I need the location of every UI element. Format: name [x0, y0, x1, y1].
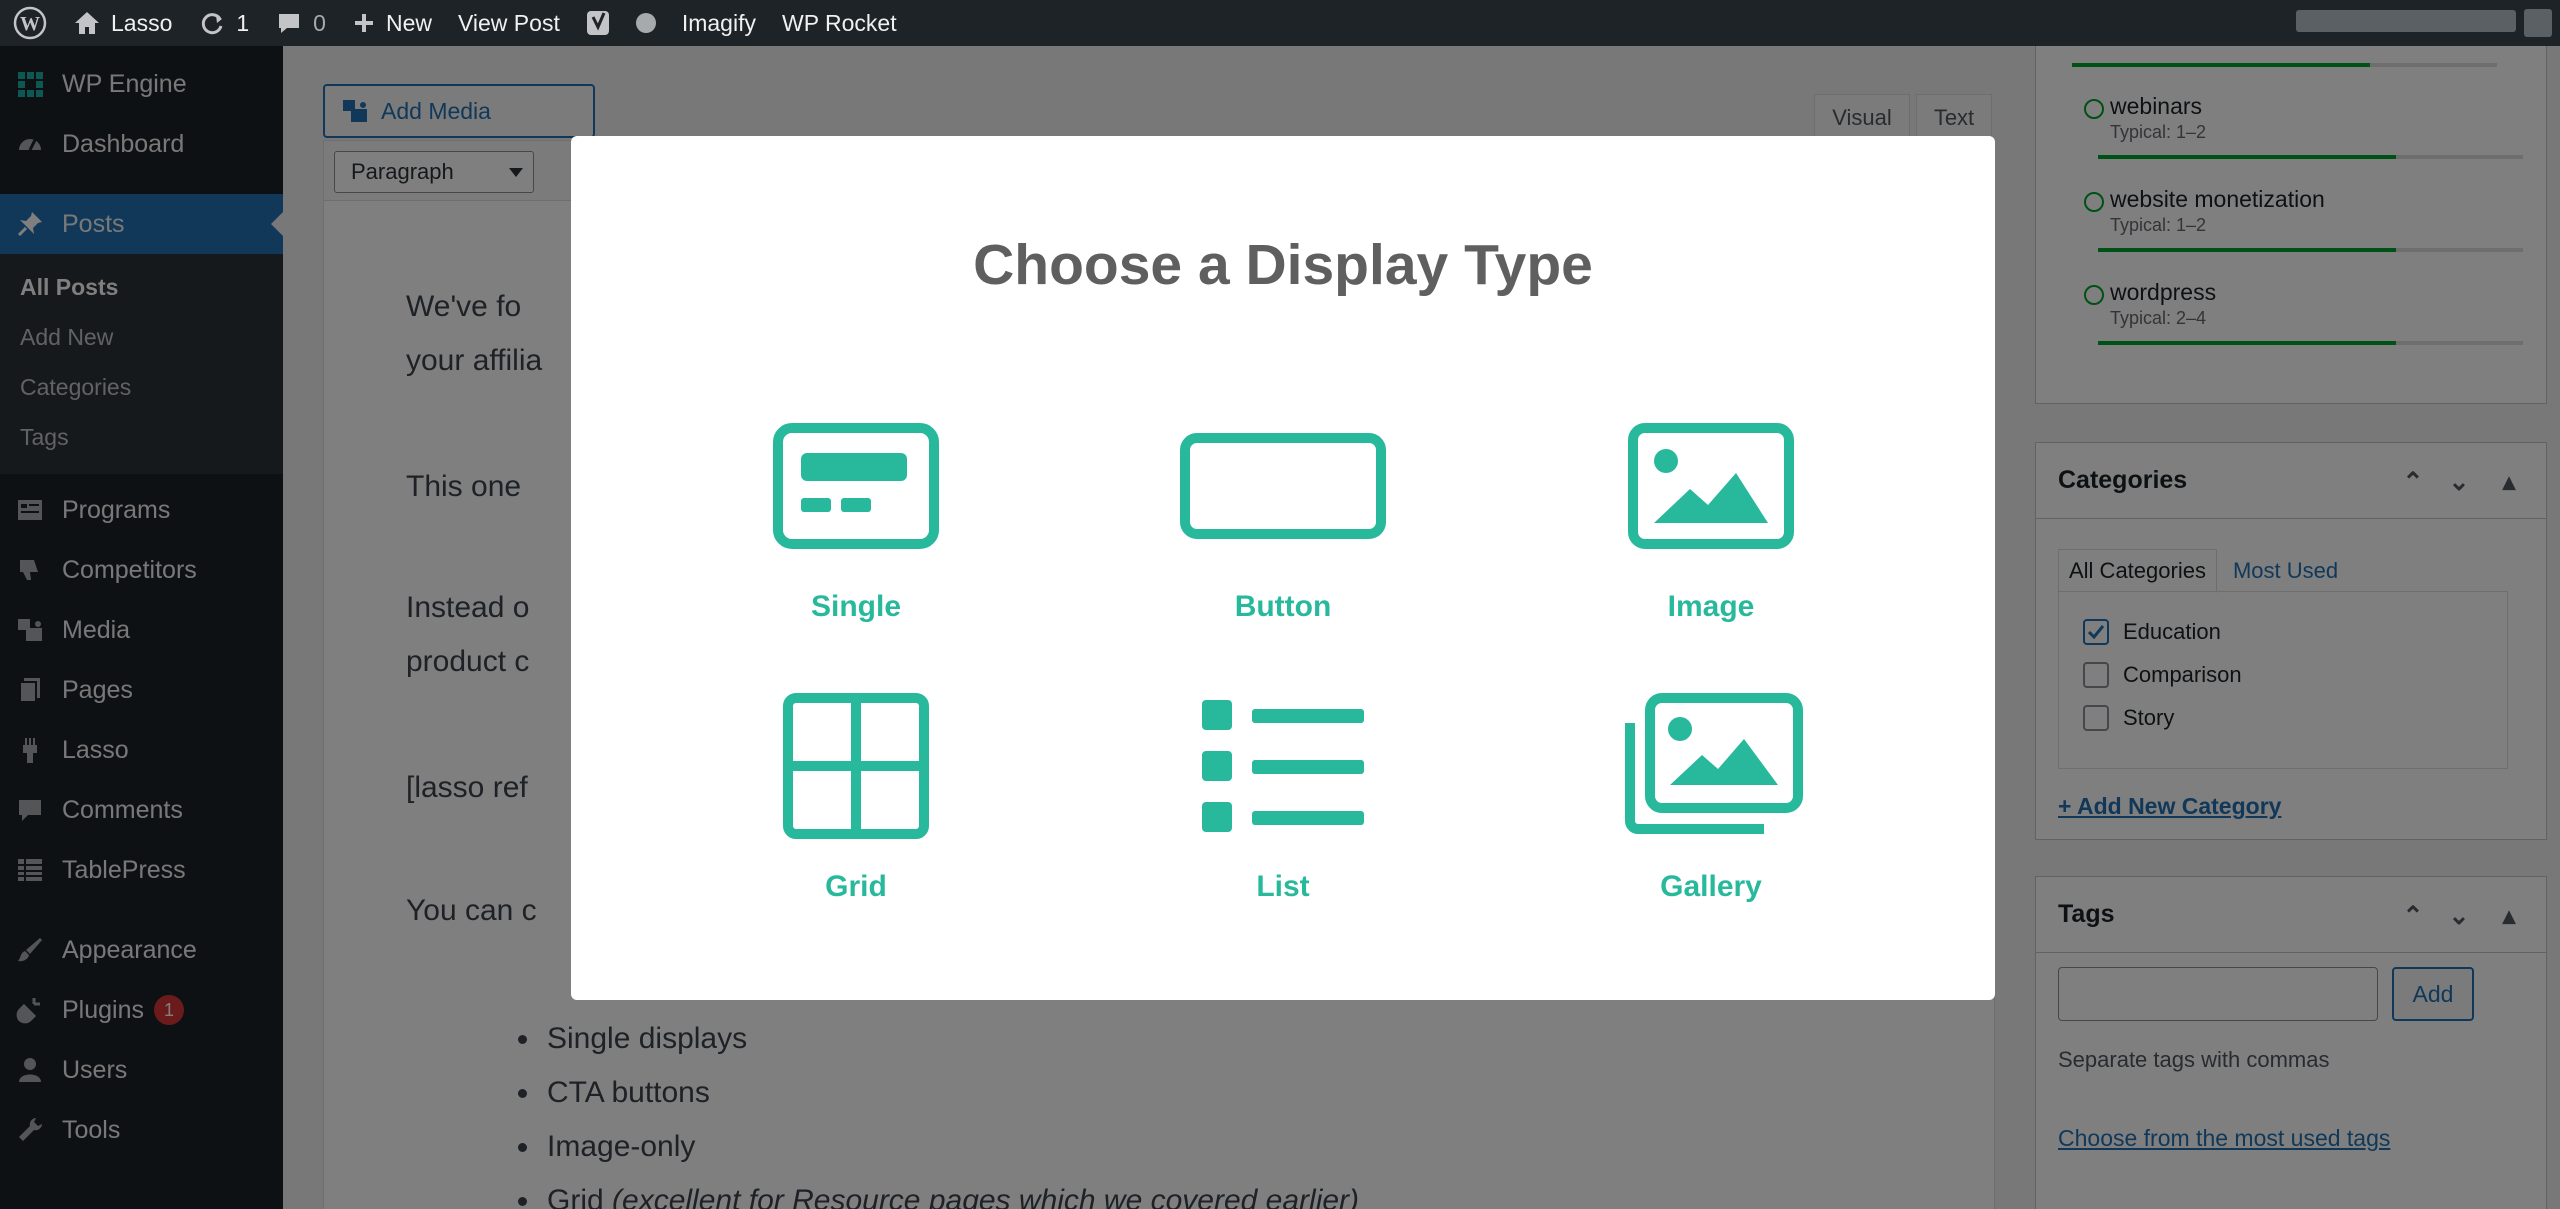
display-option-gallery[interactable]: Gallery [1561, 666, 1861, 904]
imagify-label: Imagify [681, 9, 756, 36]
home-icon [75, 12, 99, 34]
display-option-grid[interactable]: Grid [706, 666, 1006, 904]
user-greeting-blurred[interactable] [2296, 10, 2516, 32]
option-label: List [1256, 870, 1310, 903]
wp-rocket-label: WP Rocket [781, 9, 897, 36]
grid-display-icon [783, 666, 929, 866]
comments-link[interactable]: 0 [262, 0, 339, 46]
view-post-label: View Post [457, 9, 560, 36]
view-post-link[interactable]: View Post [445, 0, 573, 46]
comment-icon [279, 14, 300, 33]
yoast-menu[interactable] [573, 0, 669, 46]
wp-rocket-link[interactable]: WP Rocket [769, 0, 910, 46]
yoast-icon [586, 11, 609, 35]
imagify-link[interactable]: Imagify [669, 0, 769, 46]
option-label: Image [1667, 590, 1755, 623]
avatar[interactable] [2524, 9, 2552, 37]
comments-count: 0 [313, 9, 326, 36]
new-label: New [385, 9, 432, 36]
svg-text:W: W [20, 13, 40, 35]
option-label: Grid [825, 870, 887, 903]
site-name-link[interactable]: Lasso [60, 0, 185, 46]
option-label: Gallery [1660, 870, 1762, 903]
updates-link[interactable]: 1 [185, 0, 262, 46]
site-name: Lasso [111, 9, 173, 36]
single-display-icon [773, 386, 939, 586]
button-display-icon [1180, 386, 1386, 586]
option-label: Single [810, 590, 901, 623]
display-option-list[interactable]: List [1133, 666, 1433, 904]
refresh-icon [202, 13, 223, 35]
display-type-modal: Choose a Display Type Single Button Imag… [571, 136, 1995, 1000]
display-option-button[interactable]: Button [1133, 386, 1433, 624]
new-content-link[interactable]: New [339, 0, 445, 46]
status-dot-icon [635, 13, 656, 33]
admin-bar: W Lasso 1 0 New View Post Imagify WP Roc… [0, 0, 2560, 46]
plus-icon [354, 14, 373, 32]
updates-count: 1 [236, 9, 250, 36]
modal-title: Choose a Display Type [973, 233, 1593, 297]
image-display-icon [1628, 386, 1794, 586]
wordpress-logo-icon[interactable]: W [0, 0, 60, 46]
option-label: Button [1234, 590, 1332, 623]
list-display-icon [1200, 666, 1366, 866]
display-option-single[interactable]: Single [706, 386, 1006, 624]
display-option-image[interactable]: Image [1561, 386, 1861, 624]
gallery-display-icon [1618, 666, 1804, 866]
